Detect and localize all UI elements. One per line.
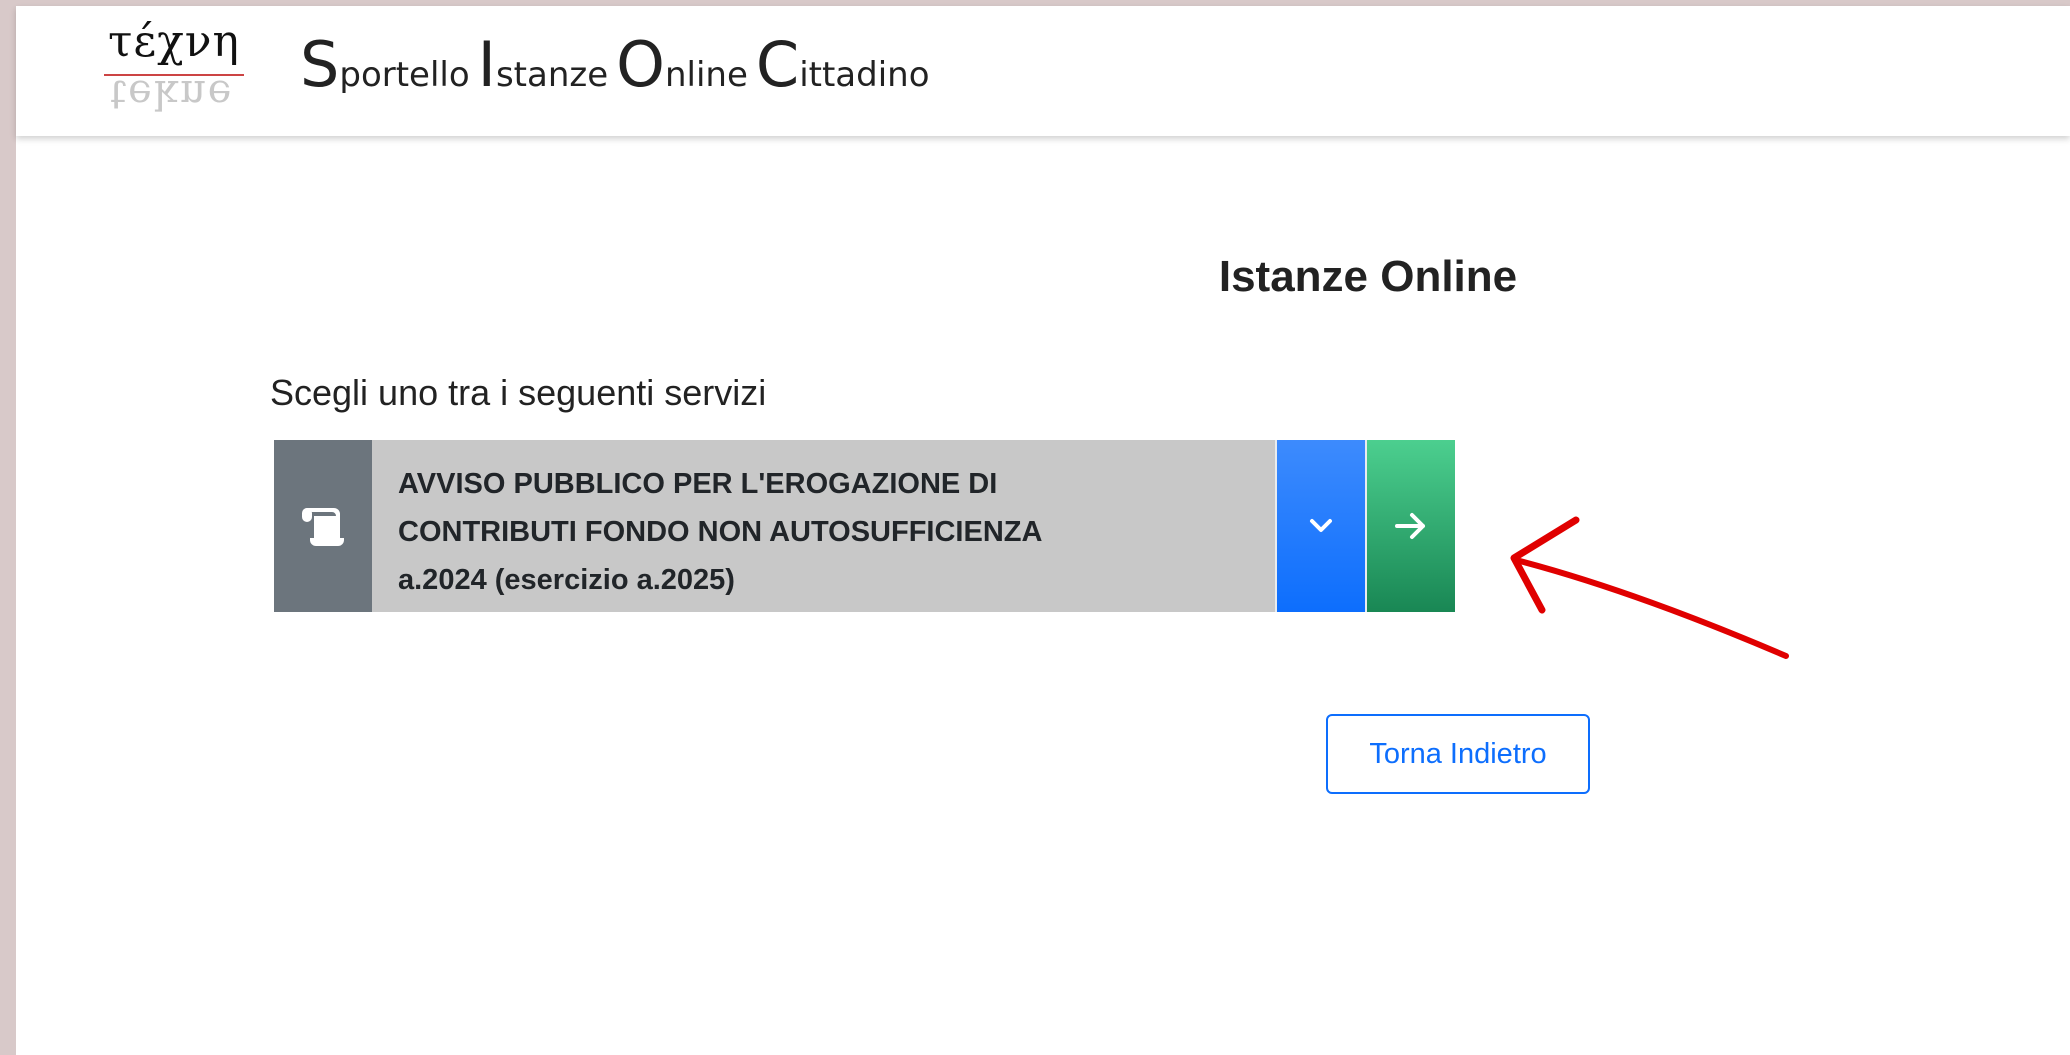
app-title: Sportello Istanze Online Cittadino [300, 34, 938, 96]
back-button[interactable]: Torna Indietro [1326, 714, 1590, 794]
page-frame: τέχνη tekne Sportello Istanze Online Cittad… [16, 6, 2070, 1055]
arrow-right-icon [1395, 513, 1425, 539]
app-title-initial: C [755, 28, 800, 101]
scroll-icon [274, 440, 372, 612]
logo-mirror-text: tekne [110, 71, 234, 117]
start-service-button[interactable] [1365, 440, 1455, 612]
annotation-arrow [1510, 516, 1789, 659]
tekne-logo[interactable]: τέχνη tekne [92, 16, 262, 128]
chevron-down-icon [1310, 519, 1332, 532]
app-title-initial: S [300, 28, 340, 101]
page-title: Istanze Online [1218, 252, 1518, 301]
app-title-initial: I [477, 28, 496, 101]
service-title-line: a.2024 (esercizio a.2025) [398, 564, 735, 596]
expand-service-button[interactable] [1275, 440, 1365, 612]
service-item: AVVISO PUBBLICO PER L'EROGAZIONE DI CONT… [274, 440, 1466, 612]
logo-greek-text: τέχνη [108, 16, 240, 67]
app-title-initial: O [616, 28, 665, 101]
app-title-word: portello [339, 55, 470, 95]
app-title-word: stanze [495, 55, 609, 95]
navbar: τέχνη tekne Sportello Istanze Online Cittad… [16, 6, 2070, 136]
service-title-line: AVVISO PUBBLICO PER L'EROGAZIONE DI [398, 468, 998, 500]
app-title-word: ittadino [799, 55, 930, 95]
choose-service-label: Scegli uno tra i seguenti servizi [270, 372, 767, 413]
service-title[interactable]: AVVISO PUBBLICO PER L'EROGAZIONE DI CONT… [372, 440, 1275, 612]
service-title-line: CONTRIBUTI FONDO NON AUTOSUFFICIENZA [398, 516, 1043, 548]
app-title-word: nline [664, 55, 748, 95]
